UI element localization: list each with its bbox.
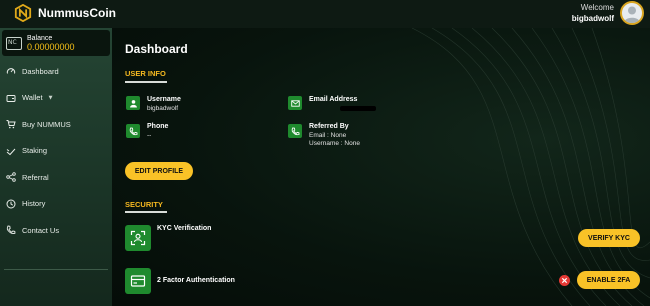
sidebar-item-referral[interactable]: Referral <box>0 164 112 191</box>
dashboard-icon <box>6 66 16 76</box>
page-title: Dashboard <box>125 42 188 56</box>
sidebar-item-label: Dashboard <box>22 66 59 76</box>
user-info-underline <box>125 81 167 83</box>
balance-card: Balance 0.00000000 <box>2 30 110 56</box>
sidebar-item-buy-nummus[interactable]: Buy NUMMUS <box>0 111 112 138</box>
sidebar-nav: Dashboard Wallet ▼ Buy NUMMUS Staking Re… <box>0 58 112 244</box>
kyc-label: KYC Verification <box>157 225 212 232</box>
app-name: NummusCoin <box>38 6 116 20</box>
sidebar-item-history[interactable]: History <box>0 191 112 218</box>
security-underline <box>125 211 167 213</box>
user-icon <box>126 96 140 110</box>
referred-username: Username : None <box>309 140 360 147</box>
background-waves <box>411 28 650 306</box>
phone-label: Phone <box>147 123 169 130</box>
top-bar: NummusCoin Welcome bigbadwolf <box>0 0 650 28</box>
phone-value: -- <box>147 132 152 139</box>
user-info-heading: USER INFO <box>125 69 166 78</box>
wallet-card-icon <box>6 36 22 50</box>
nummuscoin-logo-icon <box>14 4 32 22</box>
enable-2fa-button[interactable]: ENABLE 2FA <box>577 271 640 289</box>
sidebar-item-wallet[interactable]: Wallet ▼ <box>0 85 112 112</box>
balance-label: Balance <box>27 34 53 42</box>
username-value: bigbadwolf <box>147 105 179 112</box>
disabled-status-icon <box>559 275 570 286</box>
cart-icon <box>6 119 16 129</box>
user-menu[interactable]: Welcome bigbadwolf <box>572 1 644 25</box>
avatar[interactable] <box>620 1 644 25</box>
email-icon <box>288 96 302 110</box>
share-icon <box>6 172 16 182</box>
sidebar-item-label: History <box>22 199 46 209</box>
referred-by-label: Referred By <box>309 123 349 130</box>
two-factor-label: 2 Factor Authentication <box>157 277 235 284</box>
chevron-down-icon: ▼ <box>48 94 53 101</box>
email-redacted <box>340 106 376 111</box>
verify-kyc-button[interactable]: VERIFY KYC <box>578 229 640 247</box>
history-icon <box>6 199 16 209</box>
username-label: Username <box>147 96 181 103</box>
sidebar-item-label: Buy NUMMUS <box>22 119 71 129</box>
welcome-text: Welcome <box>580 3 614 12</box>
edit-profile-button[interactable]: EDIT PROFILE <box>125 162 193 180</box>
staking-icon <box>6 146 16 156</box>
user-avatar-icon <box>624 6 640 23</box>
phone-icon <box>126 124 140 138</box>
sidebar-item-contact-us[interactable]: Contact Us <box>0 217 112 244</box>
referred-email: Email : None <box>309 132 347 139</box>
sidebar-divider <box>4 269 108 270</box>
brand[interactable]: NummusCoin <box>14 4 116 22</box>
main-content: Dashboard USER INFO Username bigbadwolf … <box>112 28 650 306</box>
email-label: Email Address <box>309 96 358 103</box>
two-factor-card-icon <box>125 268 151 294</box>
phone-icon <box>6 225 16 235</box>
sidebar-item-staking[interactable]: Staking <box>0 138 112 165</box>
wallet-icon <box>6 93 16 103</box>
sidebar-item-label: Staking <box>22 146 48 156</box>
header-username: bigbadwolf <box>571 14 614 23</box>
balance-value: 0.00000000 <box>27 41 75 52</box>
referral-phone-icon <box>288 124 302 138</box>
sidebar-item-label: Wallet <box>22 93 43 103</box>
sidebar: Balance 0.00000000 Dashboard Wallet ▼ Bu… <box>0 28 112 306</box>
security-heading: SECURITY <box>125 200 163 209</box>
sidebar-item-label: Contact Us <box>22 225 60 235</box>
kyc-face-scan-icon <box>125 225 151 251</box>
sidebar-item-dashboard[interactable]: Dashboard <box>0 58 112 85</box>
sidebar-item-label: Referral <box>22 172 49 182</box>
